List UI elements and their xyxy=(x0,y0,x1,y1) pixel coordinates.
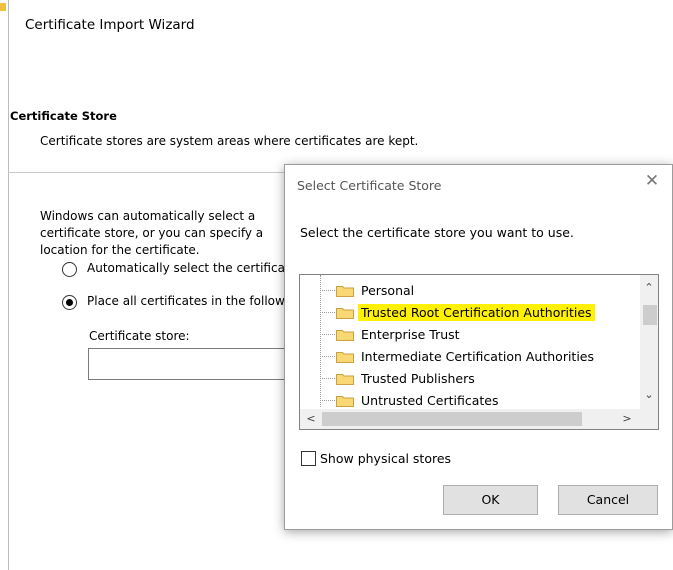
tree-item-enterprise-trust[interactable]: Enterprise Trust xyxy=(300,324,640,346)
tree-item-intermediate[interactable]: Intermediate Certification Authorities xyxy=(300,346,640,368)
radio-place-all[interactable] xyxy=(62,295,77,310)
tree-item-label: Untrusted Certificates xyxy=(361,393,499,408)
tree-item-label: Intermediate Certification Authorities xyxy=(361,349,595,364)
show-physical-stores-label[interactable]: Show physical stores xyxy=(320,451,451,466)
certificate-store-label: Certificate store: xyxy=(89,329,190,343)
vertical-scroll-thumb[interactable] xyxy=(643,305,657,325)
wizard-app-icon xyxy=(0,3,6,11)
dialog-title: Select Certificate Store xyxy=(297,178,442,193)
scrollbar-corner xyxy=(640,409,658,429)
tree-item-label: Enterprise Trust xyxy=(361,327,460,342)
tree-item-trusted-root[interactable]: Trusted Root Certification Authorities xyxy=(300,302,640,324)
ok-button[interactable]: OK xyxy=(443,485,538,515)
select-certificate-store-dialog: Select Certificate Store ✕ Select the ce… xyxy=(284,164,673,530)
radio-auto-select[interactable] xyxy=(62,262,77,277)
scroll-up-icon[interactable]: ⌃ xyxy=(640,280,658,296)
close-icon[interactable]: ✕ xyxy=(642,171,662,191)
wizard-window-edge xyxy=(8,0,9,570)
folder-icon xyxy=(336,330,354,341)
dialog-instruction: Select the certificate store you want to… xyxy=(300,225,574,240)
scroll-right-icon[interactable]: > xyxy=(618,411,636,427)
radio-place-all-label[interactable]: Place all certificates in the following … xyxy=(87,294,285,308)
scroll-down-icon[interactable]: ⌄ xyxy=(640,387,658,403)
tree-item-label: Personal xyxy=(361,283,415,298)
tree-item-label: Trusted Root Certification Authorities xyxy=(358,304,595,321)
tree-item-trusted-publishers[interactable]: Trusted Publishers xyxy=(300,368,640,390)
intro-text: Windows can automatically select a certi… xyxy=(40,209,264,257)
folder-icon xyxy=(336,308,354,319)
folder-icon xyxy=(336,396,354,407)
section-heading: Certificate Store xyxy=(10,109,117,123)
horizontal-scroll-thumb[interactable] xyxy=(322,412,582,426)
tree-item-label: Trusted Publishers xyxy=(361,371,475,386)
folder-icon xyxy=(336,352,354,363)
section-description: Certificate stores are system areas wher… xyxy=(40,134,419,148)
show-physical-stores-checkbox[interactable] xyxy=(301,451,316,466)
wizard-title: Certificate Import Wizard xyxy=(25,17,195,33)
folder-icon xyxy=(336,286,354,297)
store-tree[interactable]: Personal Trusted Root Certification Auth… xyxy=(299,274,659,430)
tree-item-personal[interactable]: Personal xyxy=(300,280,640,302)
folder-icon xyxy=(336,374,354,385)
certificate-store-field[interactable] xyxy=(88,348,288,380)
scroll-left-icon[interactable]: < xyxy=(302,411,320,427)
radio-auto-select-label[interactable]: Automatically select the certificate sto… xyxy=(87,261,285,275)
cancel-button[interactable]: Cancel xyxy=(558,485,658,515)
